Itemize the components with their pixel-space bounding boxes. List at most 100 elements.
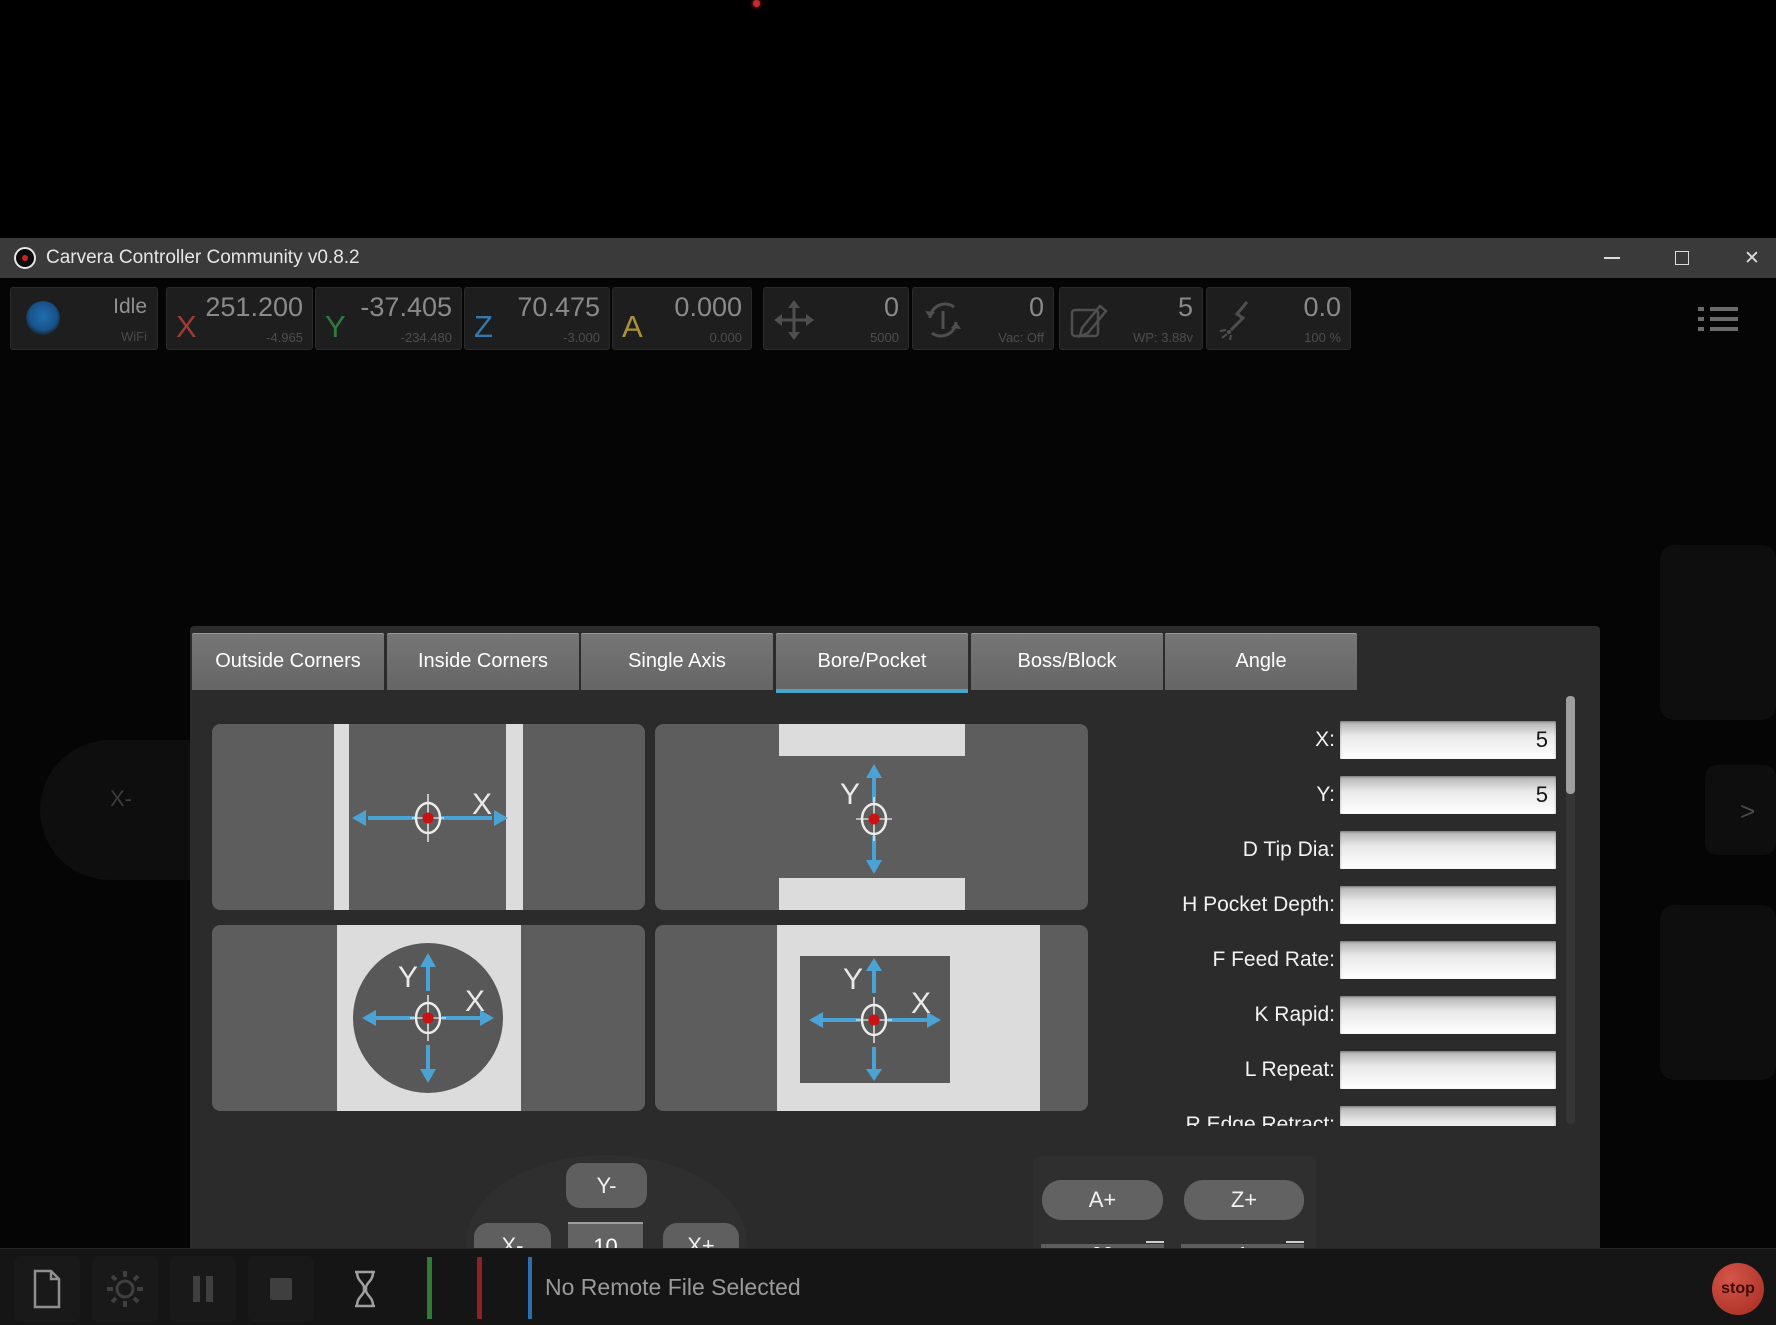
- form-scrollbar-thumb[interactable]: [1566, 696, 1575, 794]
- tool-value: 5: [1178, 294, 1193, 321]
- z-step-tick: [1286, 1241, 1304, 1243]
- laser-value: 0.0: [1303, 294, 1341, 321]
- gear-icon: [103, 1267, 147, 1311]
- probe-parameters-form: X: Y: D Tip Dia: H Pocket Depth: F Feed …: [1140, 693, 1600, 1126]
- diagram-slot-x: X: [212, 724, 645, 910]
- field-label-rapid: K Rapid:: [1254, 996, 1335, 1034]
- close-window-button[interactable]: ✕: [1729, 238, 1775, 278]
- busy-indicator: [332, 1256, 398, 1322]
- diagram-slot-y-label: Y: [840, 778, 860, 811]
- diagram-bore-y-label: Y: [398, 961, 418, 994]
- field-label-feed-rate: F Feed Rate:: [1212, 941, 1335, 979]
- diagram-pocket: Y X: [655, 925, 1088, 1111]
- menu-list-icon: [1698, 305, 1738, 333]
- tab-inside-corners[interactable]: Inside Corners: [387, 633, 579, 690]
- field-label-repeat: L Repeat:: [1245, 1051, 1335, 1089]
- a-step-tick: [1146, 1241, 1164, 1243]
- axis-letter-a: A: [622, 311, 643, 342]
- spindle-value: 0: [1029, 294, 1044, 321]
- laser-subvalue: 100 %: [1304, 331, 1341, 344]
- field-label-edge-retract: R Edge Retract:: [1186, 1106, 1335, 1126]
- stop-job-button[interactable]: [248, 1256, 314, 1322]
- feed-block: 0 5000: [763, 287, 909, 350]
- jog-a-plus-button[interactable]: A+: [1042, 1180, 1163, 1220]
- axis-subvalue-z: -3.000: [563, 331, 600, 344]
- remote-file-status: No Remote File Selected: [545, 1249, 801, 1325]
- laser-icon: [1215, 298, 1259, 342]
- field-input-edge-retract[interactable]: [1340, 1106, 1556, 1126]
- field-input-tip-dia[interactable]: [1340, 831, 1556, 869]
- titlebar: Carvera Controller Community v0.8.2 ✕: [0, 238, 1776, 278]
- axis-value-y: -37.405: [360, 294, 452, 321]
- app-logo-icon: [14, 247, 36, 269]
- tab-bore-pocket[interactable]: Bore/Pocket: [776, 633, 968, 690]
- window-title: Carvera Controller Community v0.8.2: [46, 238, 360, 278]
- main-menu-button[interactable]: [1685, 292, 1751, 346]
- file-icon: [25, 1267, 69, 1311]
- pause-icon: [181, 1267, 225, 1311]
- power-led-icon: [753, 0, 760, 7]
- feed-subvalue: 5000: [870, 331, 899, 344]
- jog-move-icon: [772, 298, 816, 342]
- maximize-icon: [1675, 251, 1689, 265]
- axis-letter-y: Y: [325, 311, 346, 342]
- spindle-subvalue: Vac: Off: [998, 331, 1044, 344]
- chevron-right-icon: >: [1740, 796, 1755, 827]
- probe-dialog: Outside Corners Inside Corners Single Ax…: [190, 626, 1600, 1325]
- stop-square-icon: [259, 1267, 303, 1311]
- connection-type: WiFi: [121, 330, 147, 343]
- field-label-y: Y:: [1316, 776, 1335, 814]
- axis-block-x: X 251.200 -4.965: [166, 287, 313, 350]
- app-window: Carvera Controller Community v0.8.2 ✕ Id…: [0, 238, 1776, 1325]
- tab-boss-block[interactable]: Boss/Block: [971, 633, 1163, 690]
- diagram-pocket-x-label: X: [911, 987, 931, 1020]
- meter-bar-red: [477, 1257, 482, 1319]
- machine-state: Idle: [113, 296, 147, 317]
- field-input-repeat[interactable]: [1340, 1051, 1556, 1089]
- bottom-toolbar: No Remote File Selected stop: [0, 1248, 1776, 1325]
- tab-angle[interactable]: Angle: [1165, 633, 1357, 690]
- connection-led-icon: [26, 301, 60, 335]
- diagram-pocket-y-label: Y: [843, 963, 863, 996]
- field-label-x: X:: [1315, 721, 1335, 759]
- tab-outside-corners[interactable]: Outside Corners: [192, 633, 384, 690]
- screen: Carvera Controller Community v0.8.2 ✕ Id…: [0, 0, 1776, 1325]
- jog-y-minus-button[interactable]: Y-: [566, 1163, 647, 1208]
- dimmed-panel-bottom-right: [1660, 905, 1776, 1080]
- maximize-button[interactable]: [1659, 238, 1705, 278]
- connection-status-block: Idle WiFi: [10, 287, 158, 350]
- axis-letter-x: X: [176, 311, 197, 342]
- diagram-slot-x-label: X: [472, 788, 492, 821]
- axis-block-z: Z 70.475 -3.000: [464, 287, 610, 350]
- jog-z-plus-button[interactable]: Z+: [1184, 1180, 1304, 1220]
- feed-value: 0: [884, 294, 899, 321]
- field-input-x[interactable]: [1340, 721, 1556, 759]
- tool-subvalue: WP: 3.88v: [1133, 331, 1193, 344]
- hourglass-icon: [343, 1267, 387, 1311]
- diagram-bore: Y X: [212, 925, 645, 1111]
- axis-block-a: A 0.000 0.000: [612, 287, 752, 350]
- settings-button[interactable]: [92, 1256, 158, 1322]
- field-input-pocket-depth[interactable]: [1340, 886, 1556, 924]
- axis-value-a: 0.000: [674, 294, 742, 321]
- field-label-pocket-depth: H Pocket Depth:: [1182, 886, 1335, 924]
- laser-block: 0.0 100 %: [1206, 287, 1351, 350]
- meter-bar-green: [427, 1257, 432, 1319]
- axis-value-z: 70.475: [517, 294, 600, 321]
- meter-bar-blue: [528, 1257, 532, 1319]
- emergency-stop-button[interactable]: stop: [1712, 1263, 1764, 1315]
- field-label-tip-dia: D Tip Dia:: [1243, 831, 1335, 869]
- field-input-rapid[interactable]: [1340, 996, 1556, 1034]
- field-input-y[interactable]: [1340, 776, 1556, 814]
- diagram-bore-x-label: X: [465, 985, 485, 1018]
- tool-edit-icon: [1068, 298, 1112, 342]
- spindle-rotate-icon: [921, 298, 965, 342]
- tab-single-axis[interactable]: Single Axis: [581, 633, 773, 690]
- axis-subvalue-y: -234.480: [401, 331, 452, 344]
- pause-button[interactable]: [170, 1256, 236, 1322]
- minimize-button[interactable]: [1589, 238, 1635, 278]
- dimmed-panel-top-right: [1660, 545, 1776, 720]
- file-button[interactable]: [14, 1256, 80, 1322]
- field-input-feed-rate[interactable]: [1340, 941, 1556, 979]
- dimmed-jog-x-minus: X-: [110, 786, 132, 812]
